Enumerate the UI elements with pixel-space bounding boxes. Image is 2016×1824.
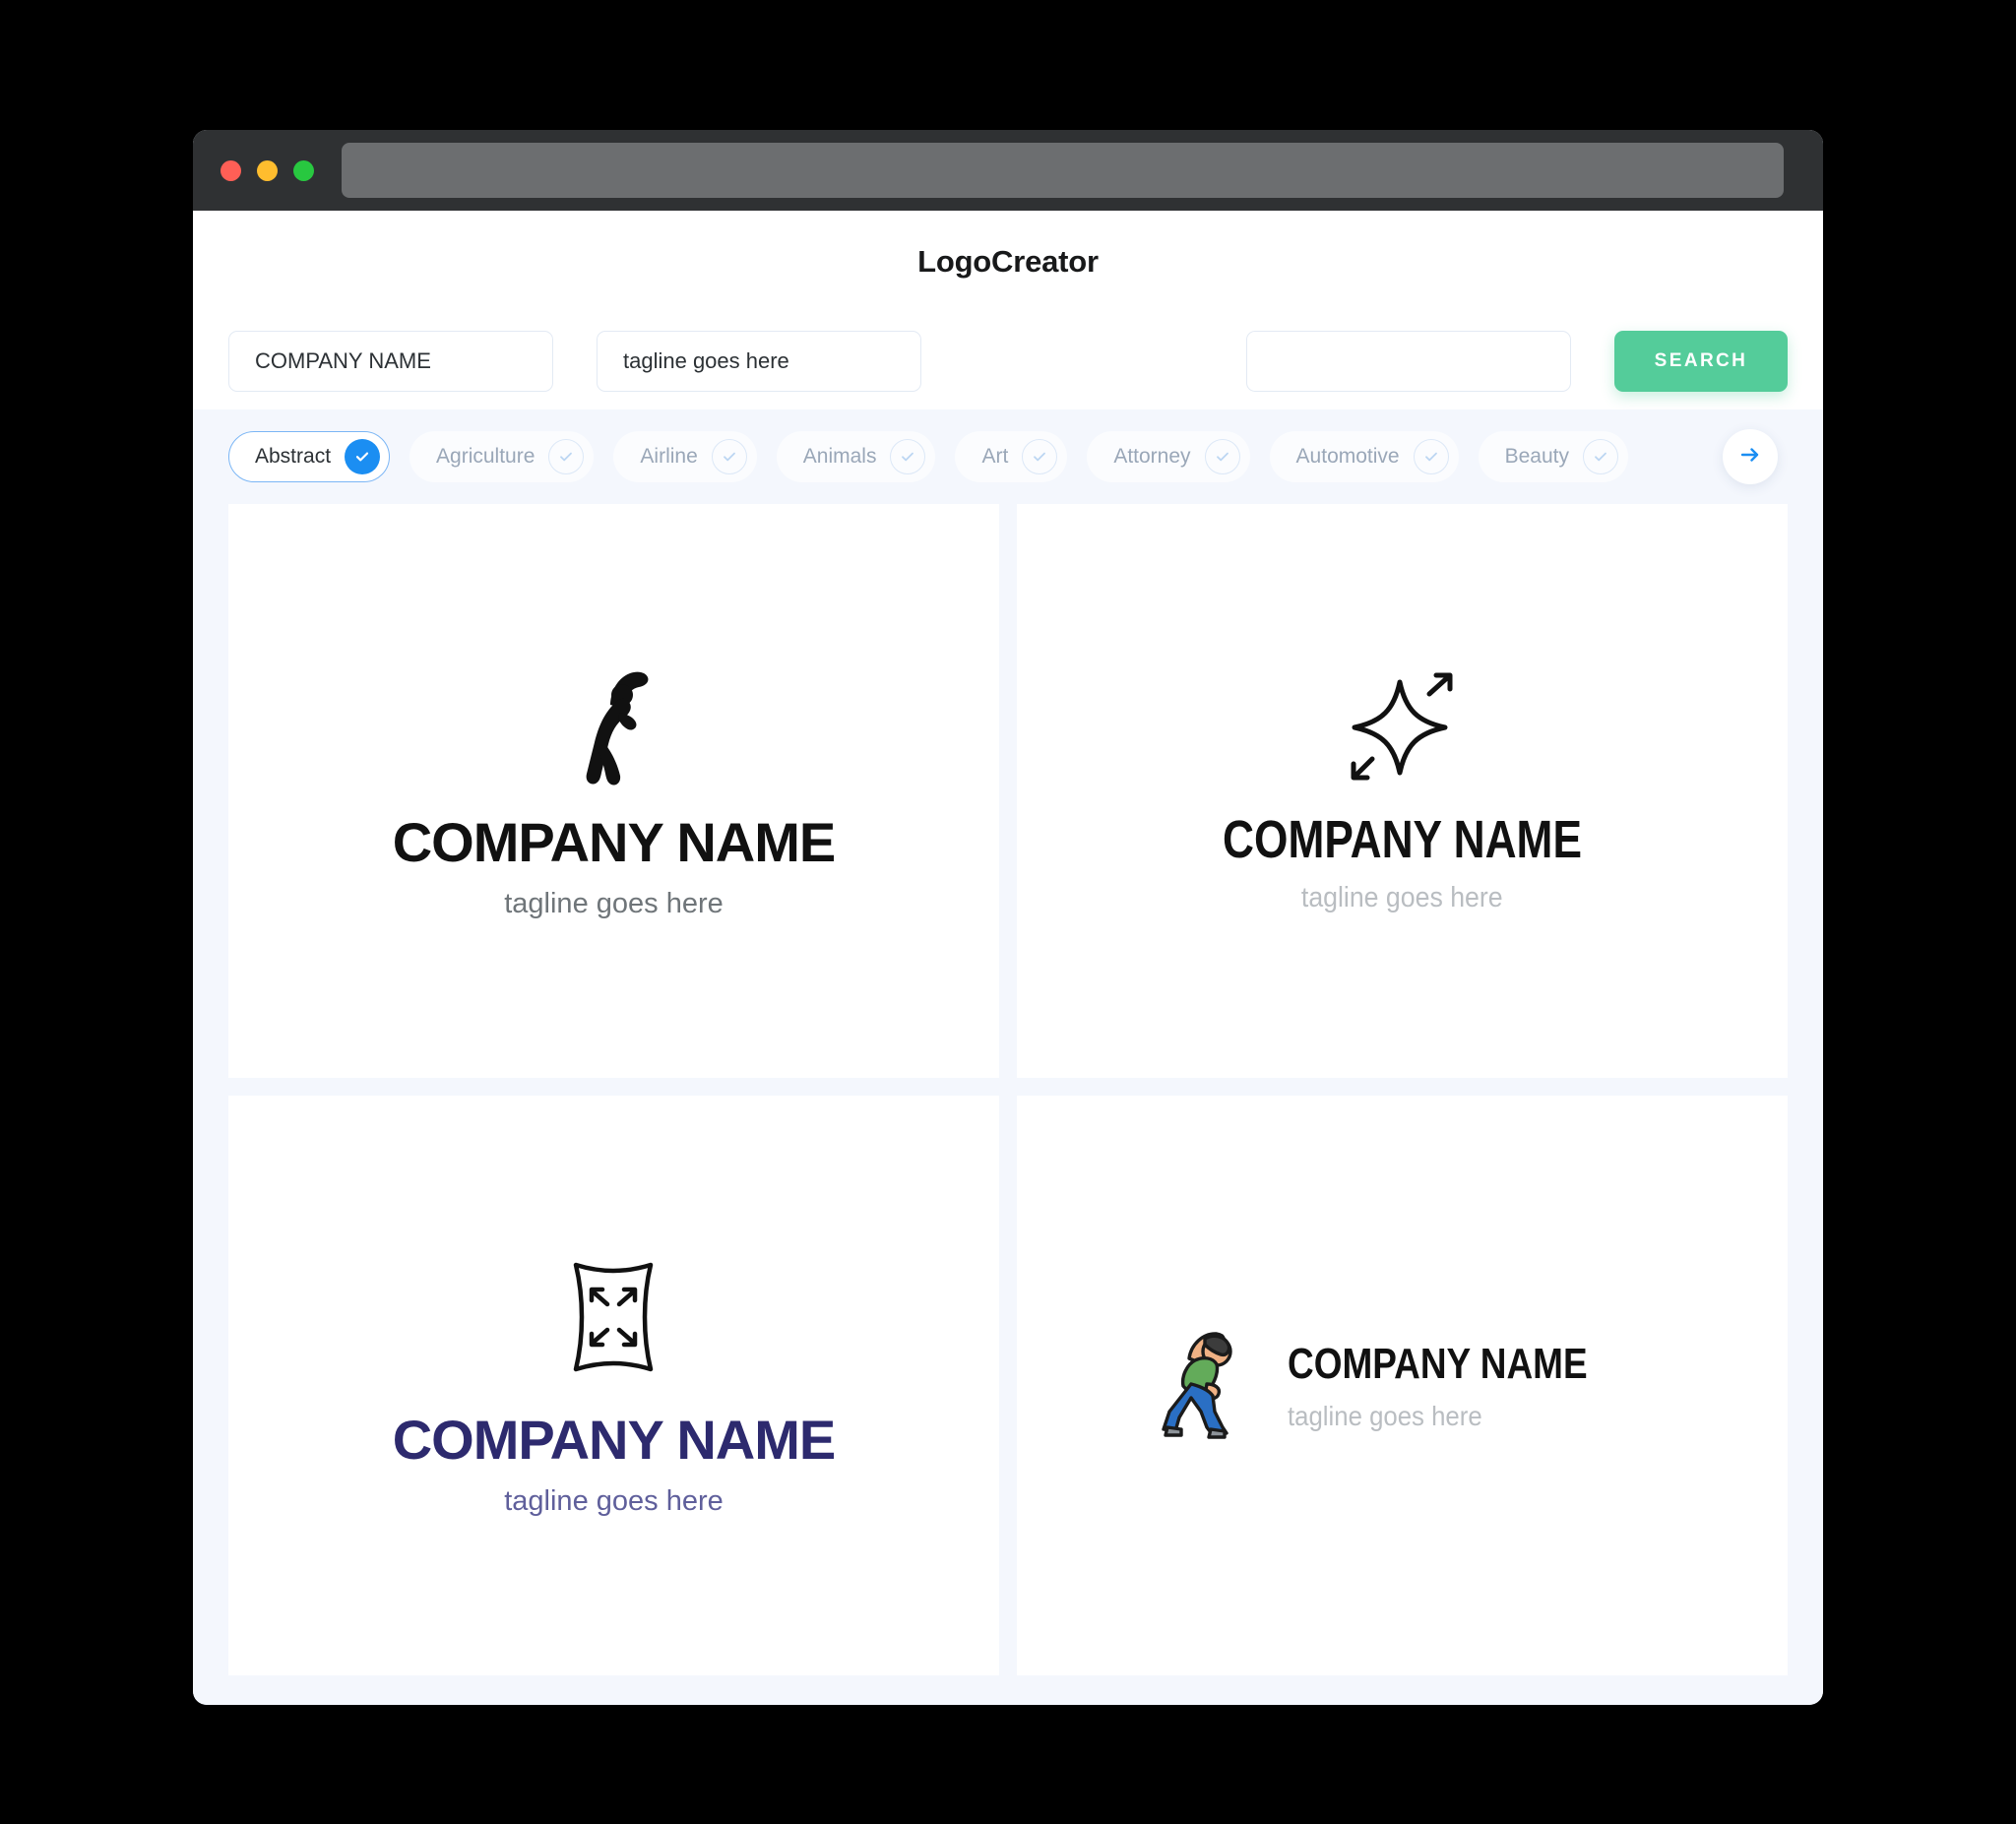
keyword-input[interactable] (1246, 331, 1571, 392)
page-title: LogoCreator (917, 244, 1099, 279)
next-categories-button[interactable] (1723, 429, 1778, 484)
logo-card[interactable]: COMPANY NAME tagline goes here (1017, 1096, 1788, 1675)
chip-label: Agriculture (436, 445, 536, 468)
browser-titlebar (193, 130, 1823, 211)
chip-label: Attorney (1113, 445, 1191, 468)
logo-company-name: COMPANY NAME (1223, 809, 1582, 869)
chip-automotive[interactable]: Automotive (1269, 431, 1459, 482)
check-icon (890, 439, 926, 474)
chip-animals[interactable]: Animals (776, 431, 936, 482)
search-bar: SEARCH (193, 313, 1823, 409)
check-icon (548, 439, 585, 474)
logo-tagline: tagline goes here (1288, 1400, 1482, 1431)
chip-label: Automotive (1295, 445, 1400, 468)
chip-abstract[interactable]: Abstract (228, 431, 391, 482)
tagline-input[interactable] (597, 331, 921, 392)
check-icon (1413, 439, 1449, 474)
chip-label: Abstract (255, 445, 332, 468)
logo-company-name: COMPANY NAME (392, 1409, 837, 1471)
category-filter-bar: Abstract Agriculture Airline Animals Art (193, 409, 1823, 504)
chip-label: Art (981, 445, 1009, 468)
check-icon (1204, 439, 1240, 474)
logo-results-grid: COMPANY NAME tagline goes here COMPANY N… (193, 504, 1823, 1705)
chip-label: Animals (802, 445, 877, 468)
address-bar[interactable] (342, 143, 1784, 198)
chip-label: Beauty (1504, 445, 1569, 468)
company-name-input[interactable] (228, 331, 553, 392)
check-icon (1022, 439, 1058, 474)
stretching-person-silhouette-icon (559, 661, 667, 794)
chip-label: Airline (640, 445, 698, 468)
chip-art[interactable]: Art (955, 431, 1068, 482)
app-header: LogoCreator (193, 211, 1823, 313)
logo-card[interactable]: COMPANY NAME tagline goes here (1017, 504, 1788, 1078)
logo-tagline: tagline goes here (1301, 881, 1503, 913)
arrow-right-icon (1737, 442, 1763, 472)
check-icon (711, 439, 747, 474)
logo-tagline: tagline goes here (504, 888, 724, 919)
expand-square-arrows-icon (554, 1253, 672, 1386)
check-icon (1583, 439, 1618, 474)
stretching-person-color-icon (1160, 1325, 1258, 1446)
maximize-window-button[interactable] (293, 159, 314, 181)
check-icon (345, 439, 381, 474)
logo-tagline: tagline goes here (504, 1485, 724, 1517)
logo-card[interactable]: COMPANY NAME tagline goes here (228, 1096, 999, 1675)
close-window-button[interactable] (220, 159, 241, 181)
minimize-window-button[interactable] (257, 159, 278, 181)
browser-window: LogoCreator SEARCH Abstract Agriculture … (193, 130, 1823, 1705)
chip-beauty[interactable]: Beauty (1478, 431, 1628, 482)
chip-attorney[interactable]: Attorney (1087, 431, 1250, 482)
chip-agriculture[interactable]: Agriculture (410, 431, 595, 482)
logo-card[interactable]: COMPANY NAME tagline goes here (228, 504, 999, 1078)
chip-airline[interactable]: Airline (613, 431, 757, 482)
logo-company-name: COMPANY NAME (392, 811, 837, 873)
logo-company-name: COMPANY NAME (1288, 1339, 1588, 1388)
search-button[interactable]: SEARCH (1614, 331, 1788, 392)
traffic-light-controls (220, 159, 314, 181)
sparkle-star-arrows-icon (1339, 668, 1467, 791)
